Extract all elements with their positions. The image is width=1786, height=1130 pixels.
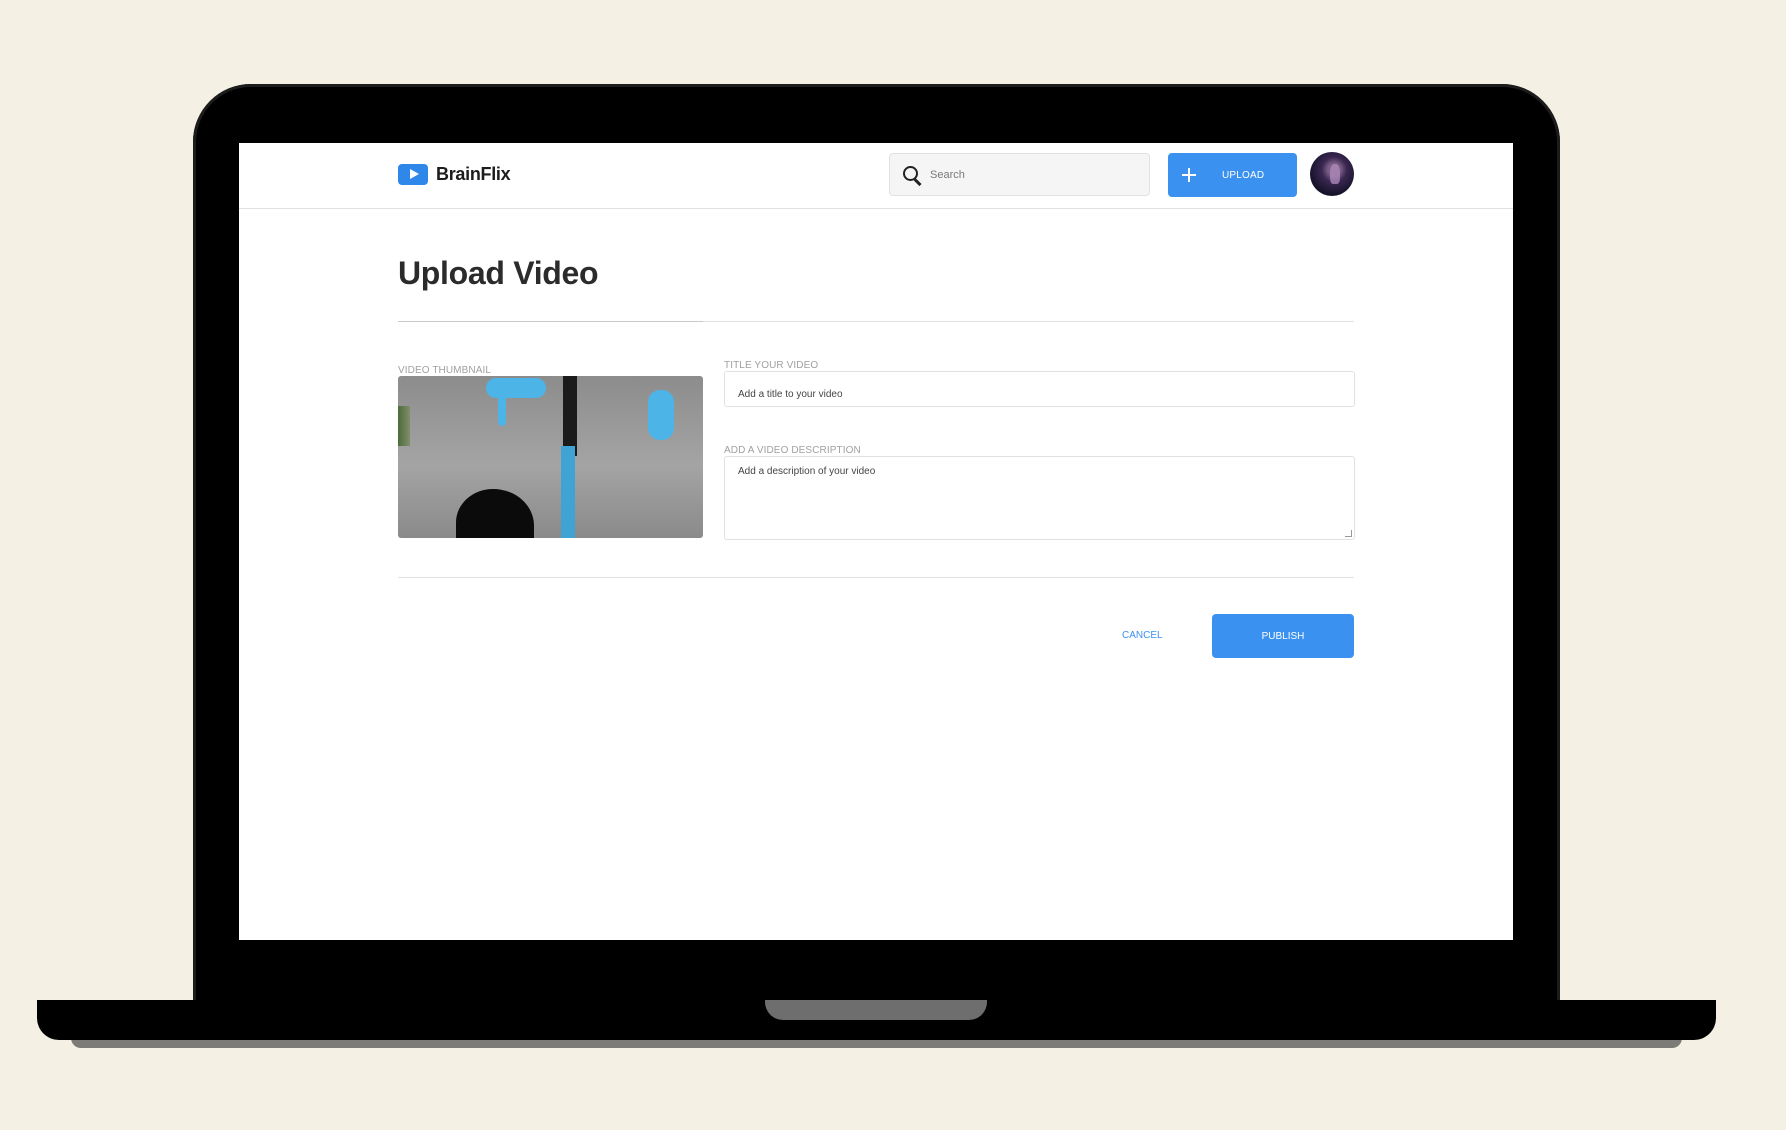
title-input[interactable] [738,389,1341,400]
avatar[interactable] [1310,152,1354,196]
description-field-label: ADD A VIDEO DESCRIPTION [724,445,861,456]
play-icon [398,164,428,185]
brand-logo[interactable]: BrainFlix [398,164,511,185]
site-header: BrainFlix UPLOAD [239,143,1513,209]
form-divider [398,577,1354,578]
cancel-button[interactable]: CANCEL [1122,630,1163,641]
description-field[interactable] [724,456,1355,540]
thumbnail-handlebar-drop [498,386,506,426]
plus-icon [1182,168,1196,182]
brand-name: BrainFlix [436,164,511,184]
browser-viewport: BrainFlix UPLOAD Upload Video VIDEO THUM… [239,143,1513,940]
description-input[interactable] [738,466,1341,510]
thumbnail-handlebar-right [648,390,674,440]
search-box[interactable] [889,153,1150,196]
title-field[interactable] [724,371,1355,407]
thumbnail-knee [456,489,534,538]
upload-button[interactable]: UPLOAD [1168,153,1297,197]
title-divider-accent [398,321,703,322]
thumbnail-label: VIDEO THUMBNAIL [398,365,491,376]
thumbnail-frame [561,446,575,538]
search-input[interactable] [928,167,1132,182]
upload-button-label: UPLOAD [1222,169,1265,181]
resize-handle[interactable] [1345,530,1352,537]
publish-button-label: PUBLISH [1261,630,1305,642]
page-title: Upload Video [398,255,599,291]
video-thumbnail [398,376,703,538]
title-field-label: TITLE YOUR VIDEO [724,360,819,371]
publish-button[interactable]: PUBLISH [1212,614,1354,658]
thumbnail-grass [398,406,410,446]
thumbnail-stem [563,376,577,456]
search-icon [902,165,922,185]
laptop-notch [765,1000,987,1020]
thumbnail-handlebar-left [486,378,546,398]
